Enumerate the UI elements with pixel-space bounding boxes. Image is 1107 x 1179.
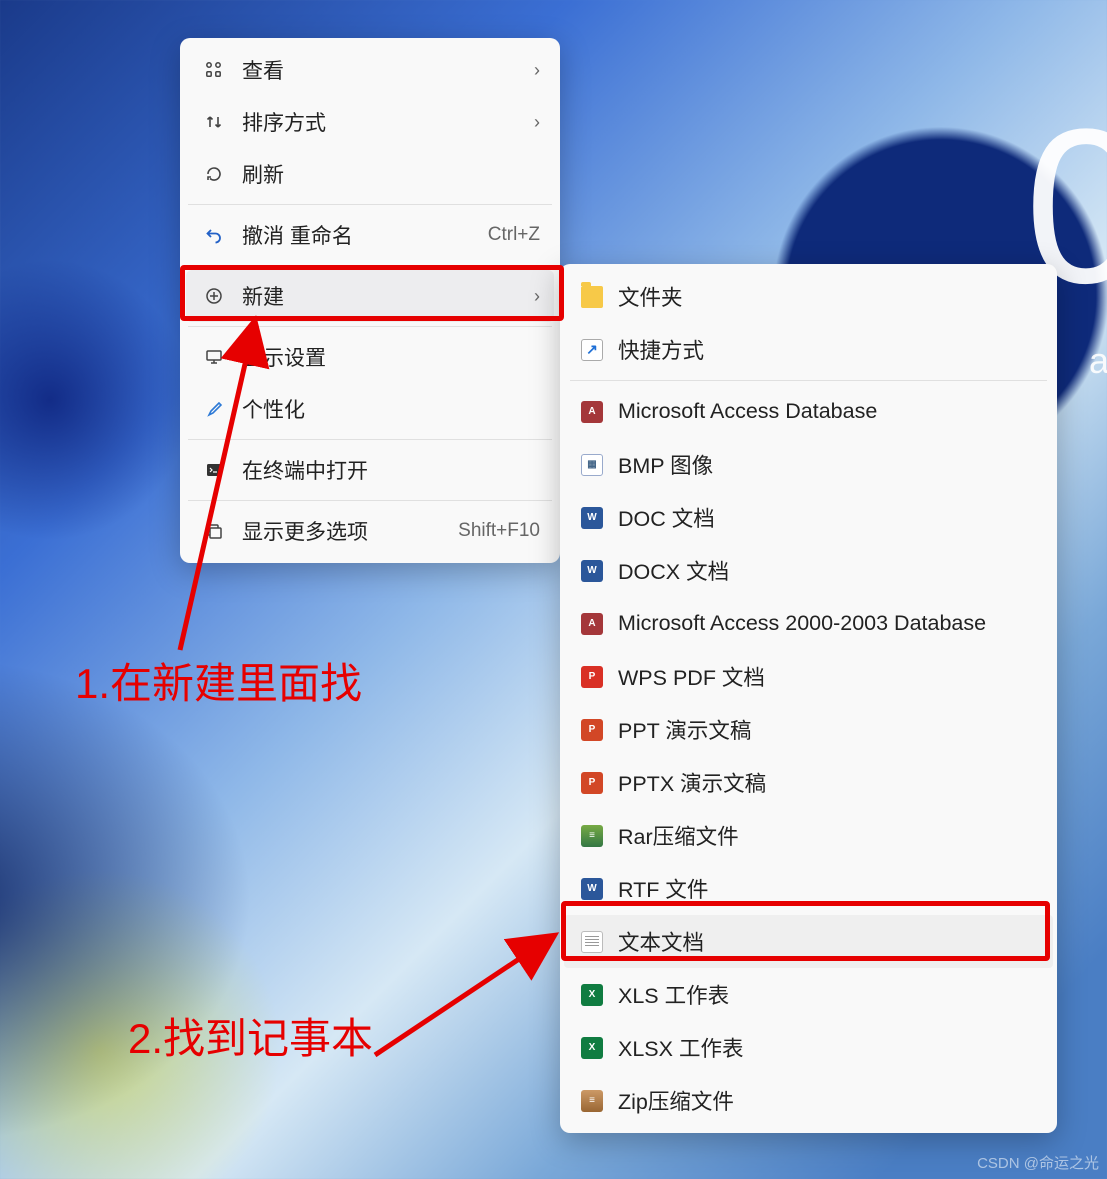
new-shortcut-label: 快捷方式 xyxy=(618,334,704,365)
new-rar[interactable]: ≡ Rar压缩文件 xyxy=(564,809,1053,862)
desktop-context-menu: 查看 › 排序方式 › 刷新 撤消 重命名 Ctrl+Z 新建 › 显示设置 个… xyxy=(180,38,560,563)
new-text-document[interactable]: 文本文档 xyxy=(564,915,1053,968)
menu-personalize-label: 个性化 xyxy=(242,394,540,424)
new-shortcut[interactable]: ↗ 快捷方式 xyxy=(564,323,1053,376)
new-pptx[interactable]: P PPTX 演示文稿 xyxy=(564,756,1053,809)
menu-view-label: 查看 xyxy=(242,55,534,85)
new-xls[interactable]: X XLS 工作表 xyxy=(564,968,1053,1021)
annotation-text-2: 2.找到记事本 xyxy=(128,1005,373,1066)
file-type-label: PPT 演示文稿 xyxy=(618,714,751,745)
wallpaper-side-char: a xyxy=(1089,340,1107,382)
menu-undo-shortcut: Ctrl+Z xyxy=(488,224,540,246)
menu-separator xyxy=(188,204,552,205)
pptx-icon: P xyxy=(580,771,604,795)
new-zip[interactable]: ≡ Zip压缩文件 xyxy=(564,1074,1053,1127)
new-xlsx[interactable]: X XLSX 工作表 xyxy=(564,1021,1053,1074)
bmp-icon: ▦ xyxy=(580,453,604,477)
new-docx[interactable]: W DOCX 文档 xyxy=(564,544,1053,597)
file-type-label: XLSX 工作表 xyxy=(618,1032,743,1063)
folder-icon xyxy=(580,285,604,309)
menu-personalize[interactable]: 个性化 xyxy=(186,383,554,435)
xls-icon: X xyxy=(580,983,604,1007)
menu-undo-rename[interactable]: 撤消 重命名 Ctrl+Z xyxy=(186,209,554,261)
display-icon xyxy=(200,348,228,366)
menu-new-label: 新建 xyxy=(242,281,534,311)
more-options-icon xyxy=(200,522,228,540)
new-access-db[interactable]: A Microsoft Access Database xyxy=(564,385,1053,438)
file-type-label: DOCX 文档 xyxy=(618,555,729,586)
menu-refresh[interactable]: 刷新 xyxy=(186,148,554,200)
doc-icon: W xyxy=(580,506,604,530)
menu-separator xyxy=(188,500,552,501)
menu-refresh-label: 刷新 xyxy=(242,159,540,189)
new-ppt[interactable]: P PPT 演示文稿 xyxy=(564,703,1053,756)
chevron-right-icon: › xyxy=(534,60,540,81)
access-icon: A xyxy=(580,400,604,424)
menu-sort[interactable]: 排序方式 › xyxy=(186,96,554,148)
file-type-label: WPS PDF 文档 xyxy=(618,661,765,692)
menu-separator xyxy=(188,439,552,440)
menu-view[interactable]: 查看 › xyxy=(186,44,554,96)
menu-display-settings[interactable]: 显示设置 xyxy=(186,331,554,383)
access-2000-icon: A xyxy=(580,612,604,636)
zip-icon: ≡ xyxy=(580,1089,604,1113)
new-doc[interactable]: W DOC 文档 xyxy=(564,491,1053,544)
menu-open-terminal[interactable]: 在终端中打开 xyxy=(186,444,554,496)
terminal-icon xyxy=(200,461,228,479)
new-folder-label: 文件夹 xyxy=(618,281,683,312)
menu-display-label: 显示设置 xyxy=(242,342,540,372)
new-folder[interactable]: 文件夹 xyxy=(564,270,1053,323)
brush-icon xyxy=(200,400,228,418)
file-type-label: RTF 文件 xyxy=(618,873,708,904)
file-type-label: Microsoft Access Database xyxy=(618,399,877,424)
chevron-right-icon: › xyxy=(534,286,540,307)
rtf-icon: W xyxy=(580,877,604,901)
file-type-label: BMP 图像 xyxy=(618,449,713,480)
file-type-label: XLS 工作表 xyxy=(618,979,729,1010)
menu-sort-label: 排序方式 xyxy=(242,107,534,137)
file-type-label: PPTX 演示文稿 xyxy=(618,767,766,798)
new-submenu: 文件夹 ↗ 快捷方式 A Microsoft Access Database ▦ B… xyxy=(560,264,1057,1133)
submenu-separator xyxy=(570,380,1047,381)
file-type-label: Zip压缩文件 xyxy=(618,1085,734,1116)
menu-terminal-label: 在终端中打开 xyxy=(242,455,540,485)
refresh-icon xyxy=(200,165,228,183)
file-type-label: 文本文档 xyxy=(618,926,704,957)
rar-icon: ≡ xyxy=(580,824,604,848)
menu-show-more[interactable]: 显示更多选项 Shift+F10 xyxy=(186,505,554,557)
new-bmp[interactable]: ▦ BMP 图像 xyxy=(564,438,1053,491)
menu-more-label: 显示更多选项 xyxy=(242,516,458,546)
new-rtf[interactable]: W RTF 文件 xyxy=(564,862,1053,915)
grid-icon xyxy=(200,61,228,79)
sort-icon xyxy=(200,113,228,131)
menu-more-shortcut: Shift+F10 xyxy=(458,520,540,542)
undo-icon xyxy=(200,226,228,244)
chevron-right-icon: › xyxy=(534,112,540,133)
watermark: CSDN @命运之光 xyxy=(977,1152,1099,1173)
new-pdf[interactable]: P WPS PDF 文档 xyxy=(564,650,1053,703)
ppt-icon: P xyxy=(580,718,604,742)
pdf-icon: P xyxy=(580,665,604,689)
menu-new[interactable]: 新建 › xyxy=(186,270,554,322)
file-type-label: Rar压缩文件 xyxy=(618,820,739,851)
menu-separator xyxy=(188,265,552,266)
shortcut-icon: ↗ xyxy=(580,338,604,362)
file-type-label: DOC 文档 xyxy=(618,502,715,533)
new-access-2000[interactable]: A Microsoft Access 2000-2003 Database xyxy=(564,597,1053,650)
docx-icon: W xyxy=(580,559,604,583)
plus-circle-icon xyxy=(200,287,228,305)
menu-separator xyxy=(188,326,552,327)
annotation-text-1: 1.在新建里面找 xyxy=(75,650,362,711)
txt-icon xyxy=(580,930,604,954)
file-type-label: Microsoft Access 2000-2003 Database xyxy=(618,611,986,636)
xlsx-icon: X xyxy=(580,1036,604,1060)
menu-undo-label: 撤消 重命名 xyxy=(242,220,488,250)
